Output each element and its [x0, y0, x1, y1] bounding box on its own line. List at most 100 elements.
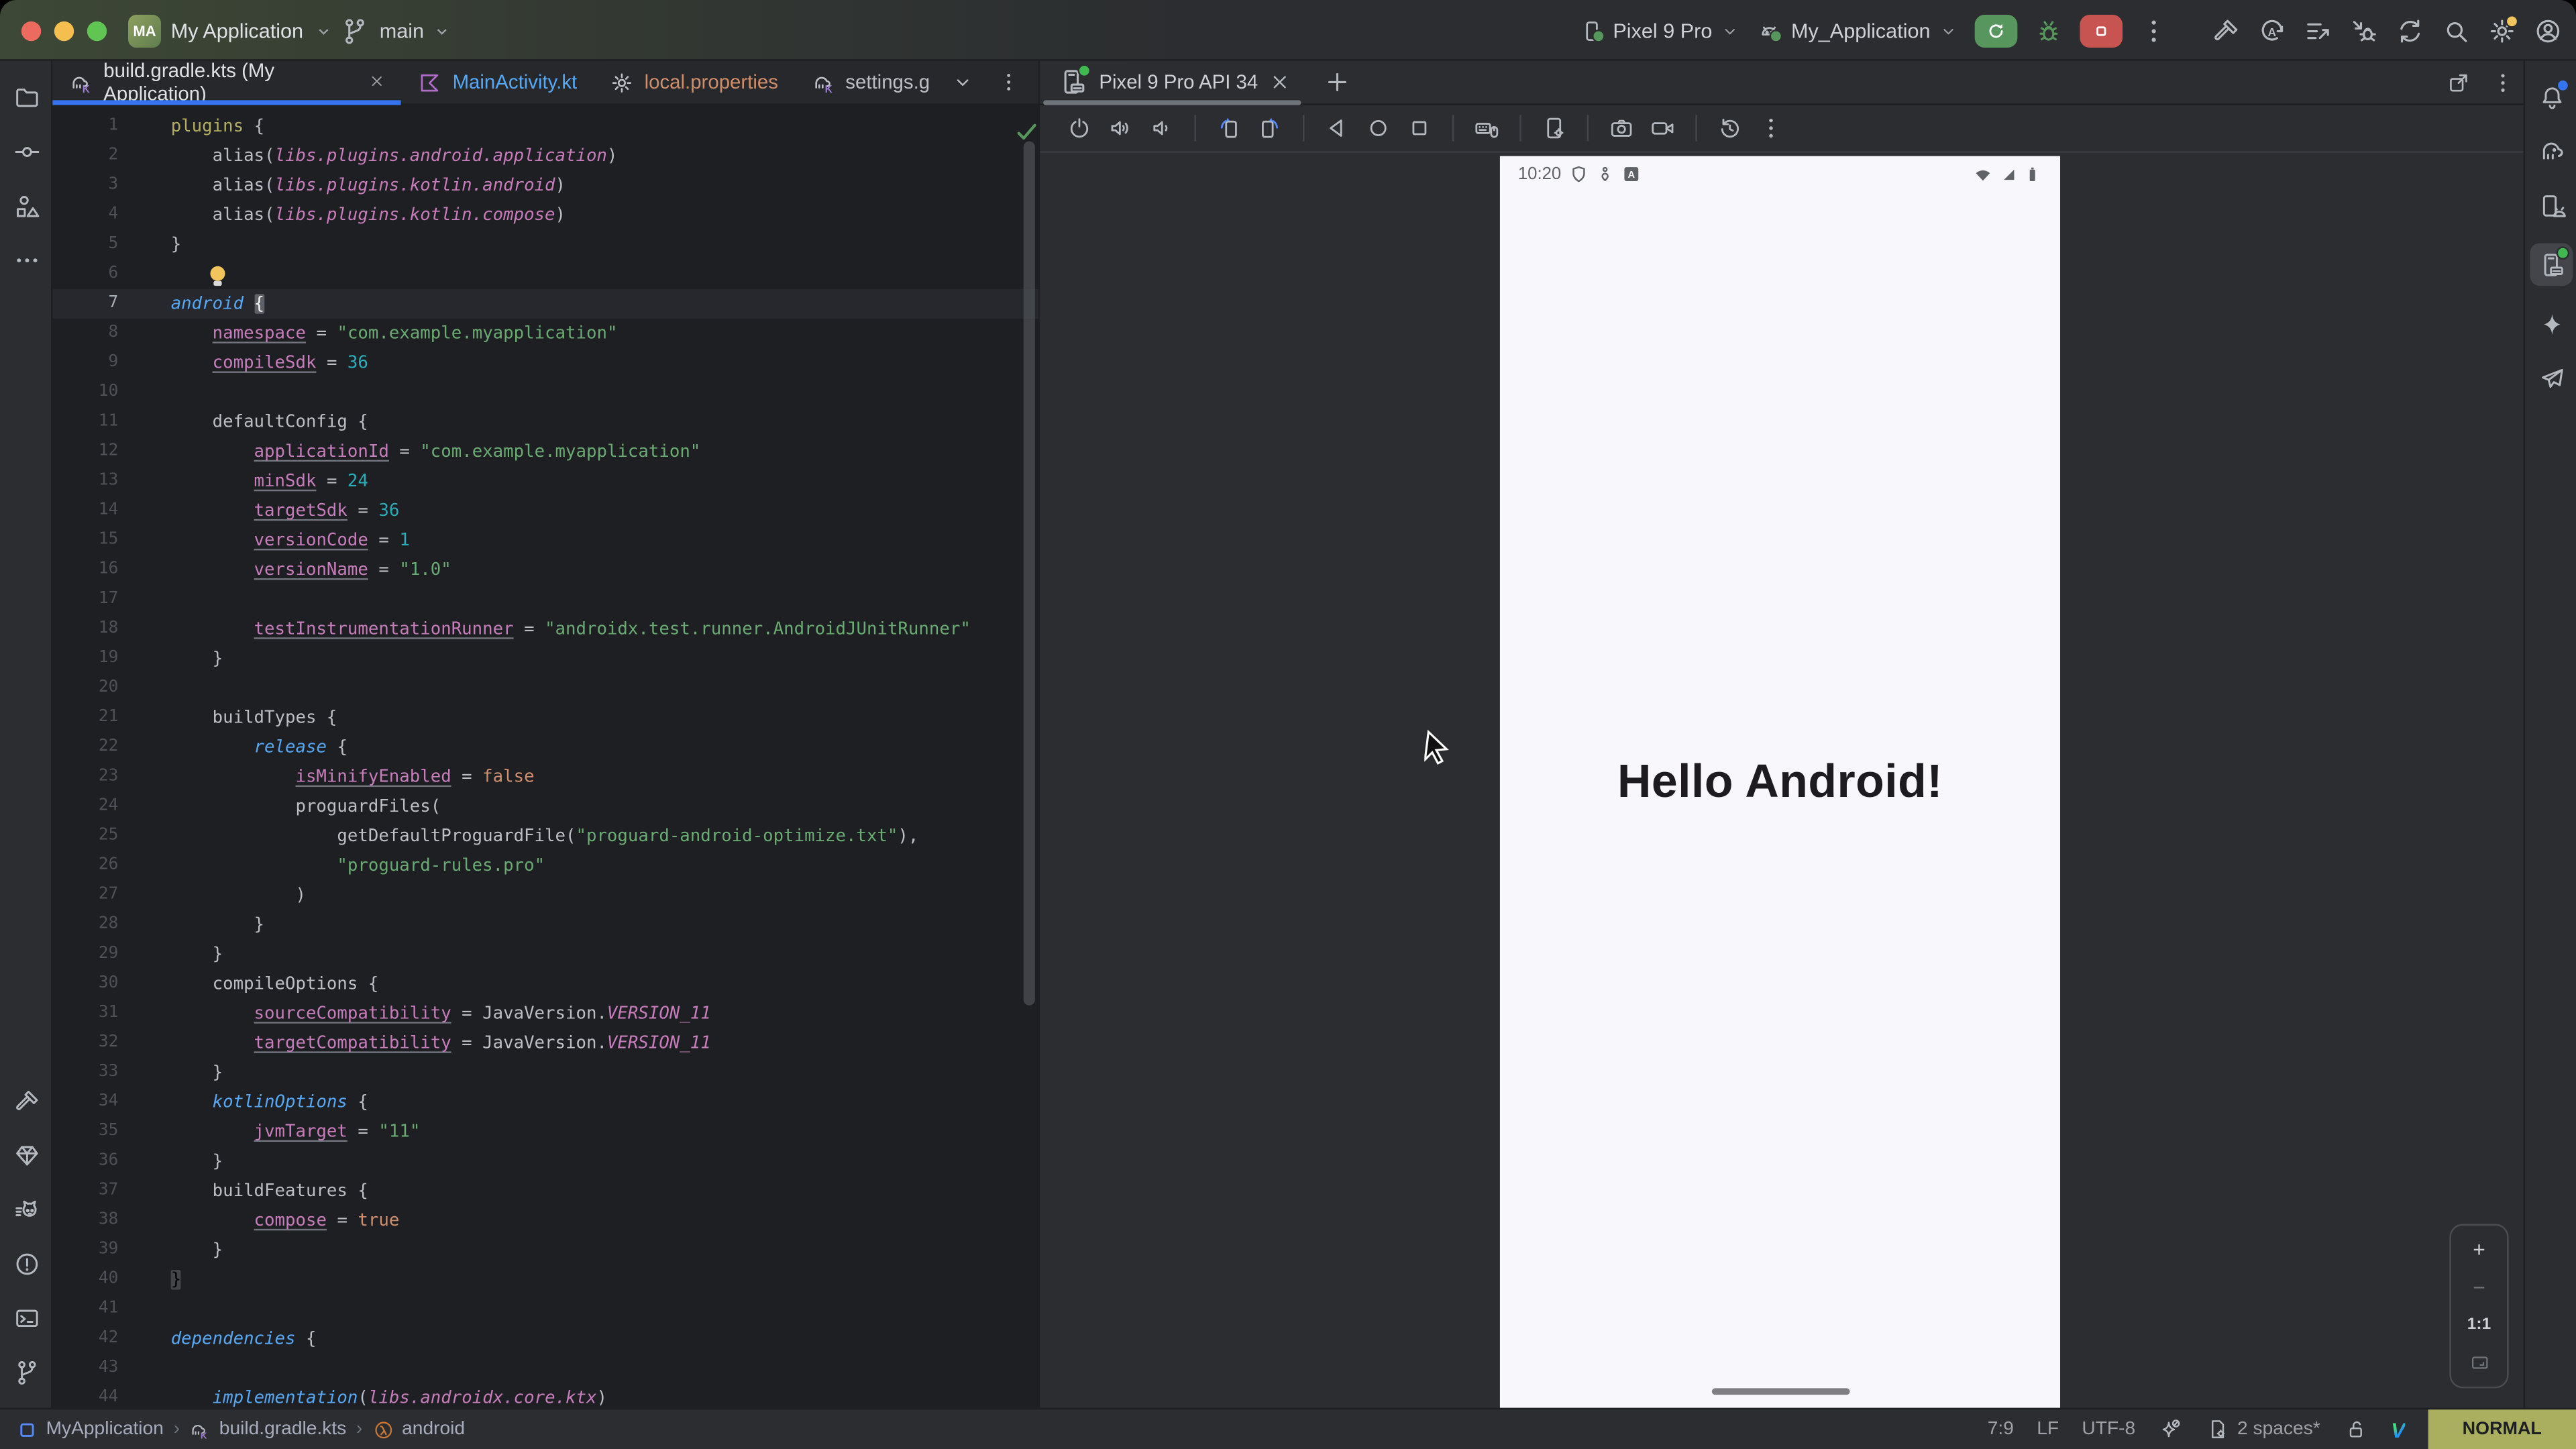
traffic-lights[interactable]	[21, 19, 120, 49]
code-line-40: 40}	[52, 1265, 1038, 1295]
code-line-24: 24 proguardFiles(	[52, 792, 1038, 821]
unlock-icon[interactable]	[2343, 1417, 2368, 1442]
device-selector-label: Pixel 9 Pro	[1613, 19, 1712, 42]
debug-button[interactable]	[2034, 15, 2063, 45]
ideavim-icon[interactable]: V	[2391, 1417, 2405, 1442]
gradlekts-icon: K	[811, 70, 836, 95]
rotate-right-button[interactable]	[1256, 115, 1283, 141]
vcs-branch-widget[interactable]: main	[338, 0, 451, 61]
code-area[interactable]: 1plugins {2 alias(libs.plugins.android.a…	[52, 112, 1038, 1408]
tab-options-kebab-icon[interactable]	[992, 66, 1025, 99]
build-toolwindow-button[interactable]	[10, 1084, 43, 1117]
reset-button[interactable]	[1717, 115, 1743, 141]
device-tab[interactable]: Pixel 9 Pro API 34	[1040, 61, 1304, 104]
code-line-26: 26 "proguard-rules.pro"	[52, 851, 1038, 881]
attach-debugger-button[interactable]	[2349, 15, 2379, 45]
device-selector-icon[interactable]	[1578, 17, 1605, 44]
stop-button[interactable]	[2080, 14, 2123, 47]
code-line-35: 35 jvmTarget = "11"	[52, 1117, 1038, 1146]
more-actions-button[interactable]	[2139, 15, 2169, 45]
code-line-37: 37 buildFeatures {	[52, 1176, 1038, 1205]
code-line-22: 22 release {	[52, 733, 1038, 762]
zoom-in-button[interactable]: +	[2458, 1232, 2501, 1267]
new-device-tab-button[interactable]	[1320, 66, 1353, 99]
screenshot-button[interactable]	[1609, 115, 1635, 141]
panel-more-button[interactable]	[1758, 115, 1784, 141]
crumb-project[interactable]: MyApplication	[16, 1419, 163, 1440]
volume-up-button[interactable]	[1108, 115, 1134, 141]
ai-assist-off-icon[interactable]	[2159, 1417, 2184, 1442]
zoom-out-button[interactable]: −	[2458, 1270, 2501, 1304]
zoom-ratio-button[interactable]: 1:1	[2458, 1307, 2501, 1342]
editor-scrollbar[interactable]	[1024, 142, 1035, 1006]
tab-label: MainActivity.kt	[453, 70, 578, 93]
version-control-toolwindow-button[interactable]	[10, 1355, 43, 1388]
android-recents-button[interactable]	[1406, 115, 1432, 141]
navigation-pill[interactable]	[1711, 1388, 1849, 1395]
tab-list-chevron-icon[interactable]	[947, 66, 979, 99]
volume-down-button[interactable]	[1148, 115, 1175, 141]
svg-text:K: K	[824, 83, 832, 95]
profiler-button[interactable]	[2303, 15, 2332, 45]
encoding-widget[interactable]: UTF-8	[2082, 1419, 2135, 1439]
close-window-button[interactable]	[21, 21, 41, 41]
emulator-screen[interactable]: 10:20 A Hello Android!	[1500, 156, 2060, 1408]
gradle-toolwindow-button[interactable]	[2535, 135, 2568, 168]
panel-options-button[interactable]	[2491, 70, 2516, 95]
commit-toolwindow-button[interactable]	[10, 135, 43, 168]
tab-mainactivity-kt[interactable]: MainActivity.kt	[402, 61, 594, 104]
intention-bulb-icon[interactable]	[210, 266, 225, 281]
sync-gradle-button[interactable]	[2396, 15, 2425, 45]
tab-label: settings.g	[845, 70, 930, 93]
minimize-window-button[interactable]	[54, 21, 74, 41]
crumb-element[interactable]: android	[372, 1419, 465, 1440]
device-power-button[interactable]	[1066, 115, 1092, 141]
project-toolwindow-button[interactable]	[10, 80, 43, 113]
problems-toolwindow-button[interactable]	[10, 1247, 43, 1280]
run-config-icon[interactable]	[1757, 17, 1783, 44]
android-back-button[interactable]	[1324, 115, 1350, 141]
line-ending-widget[interactable]: LF	[2037, 1419, 2059, 1439]
indent-widget[interactable]: 2 spaces*	[2206, 1417, 2320, 1442]
code-line-10: 10	[52, 378, 1038, 407]
tab-settings-gradle[interactable]: Ksettings.g	[794, 61, 946, 104]
device-settings-button[interactable]	[1541, 115, 1567, 141]
android-home-button[interactable]	[1365, 115, 1391, 141]
more-toolwindows-button[interactable]	[10, 243, 43, 276]
caret-position-widget[interactable]: 7:9	[1988, 1419, 2014, 1439]
gemini-toolwindow-button[interactable]	[2535, 307, 2568, 340]
device-manager-button[interactable]	[2535, 189, 2568, 222]
zoom-window-button[interactable]	[87, 21, 107, 41]
code-line-32: 32 targetCompatibility = JavaVersion.VER…	[52, 1028, 1038, 1058]
code-line-7: 7android {	[52, 289, 1038, 319]
run-configuration-selector[interactable]: My_Application	[1757, 17, 1959, 44]
breadcrumbs: MyApplication›Kbuild.gradle.kts›android	[0, 1419, 465, 1440]
device-selector[interactable]: Pixel 9 Pro	[1578, 17, 1740, 44]
screen-record-button[interactable]	[1650, 115, 1676, 141]
apply-changes-button[interactable]: A	[2257, 15, 2287, 45]
search-everywhere-button[interactable]	[2441, 15, 2471, 45]
build-button[interactable]	[2211, 15, 2241, 45]
hardware-input-button[interactable]	[1474, 115, 1500, 141]
running-devices-button[interactable]	[2535, 248, 2568, 281]
app-quality-insights-button[interactable]	[10, 1138, 43, 1171]
whats-new-button[interactable]	[2535, 362, 2568, 394]
terminal-toolwindow-button[interactable]	[10, 1301, 43, 1334]
settings-button[interactable]	[2487, 15, 2517, 45]
tab-local-properties[interactable]: local.properties	[594, 61, 795, 104]
project-widget[interactable]: MA My Application	[128, 0, 333, 61]
rotate-left-button[interactable]	[1216, 115, 1242, 141]
notifications-button[interactable]	[2535, 80, 2568, 113]
crumb-file[interactable]: Kbuild.gradle.kts	[190, 1419, 347, 1440]
tab-build-gradle-kts[interactable]: Kbuild.gradle.kts (My Application)	[52, 61, 401, 104]
close-tab-icon[interactable]	[368, 72, 385, 92]
account-button[interactable]	[2533, 15, 2563, 45]
code-editor[interactable]: 1plugins {2 alias(libs.plugins.android.a…	[52, 105, 1038, 1408]
rerun-button[interactable]	[1975, 14, 2018, 47]
structure-toolwindow-button[interactable]	[10, 189, 43, 222]
fit-screen-button[interactable]	[2458, 1346, 2501, 1380]
logcat-toolwindow-button[interactable]	[10, 1193, 43, 1226]
code-line-30: 30 compileOptions {	[52, 969, 1038, 999]
close-device-tab-icon[interactable]	[1268, 66, 1291, 99]
open-in-window-button[interactable]	[2447, 70, 2471, 95]
